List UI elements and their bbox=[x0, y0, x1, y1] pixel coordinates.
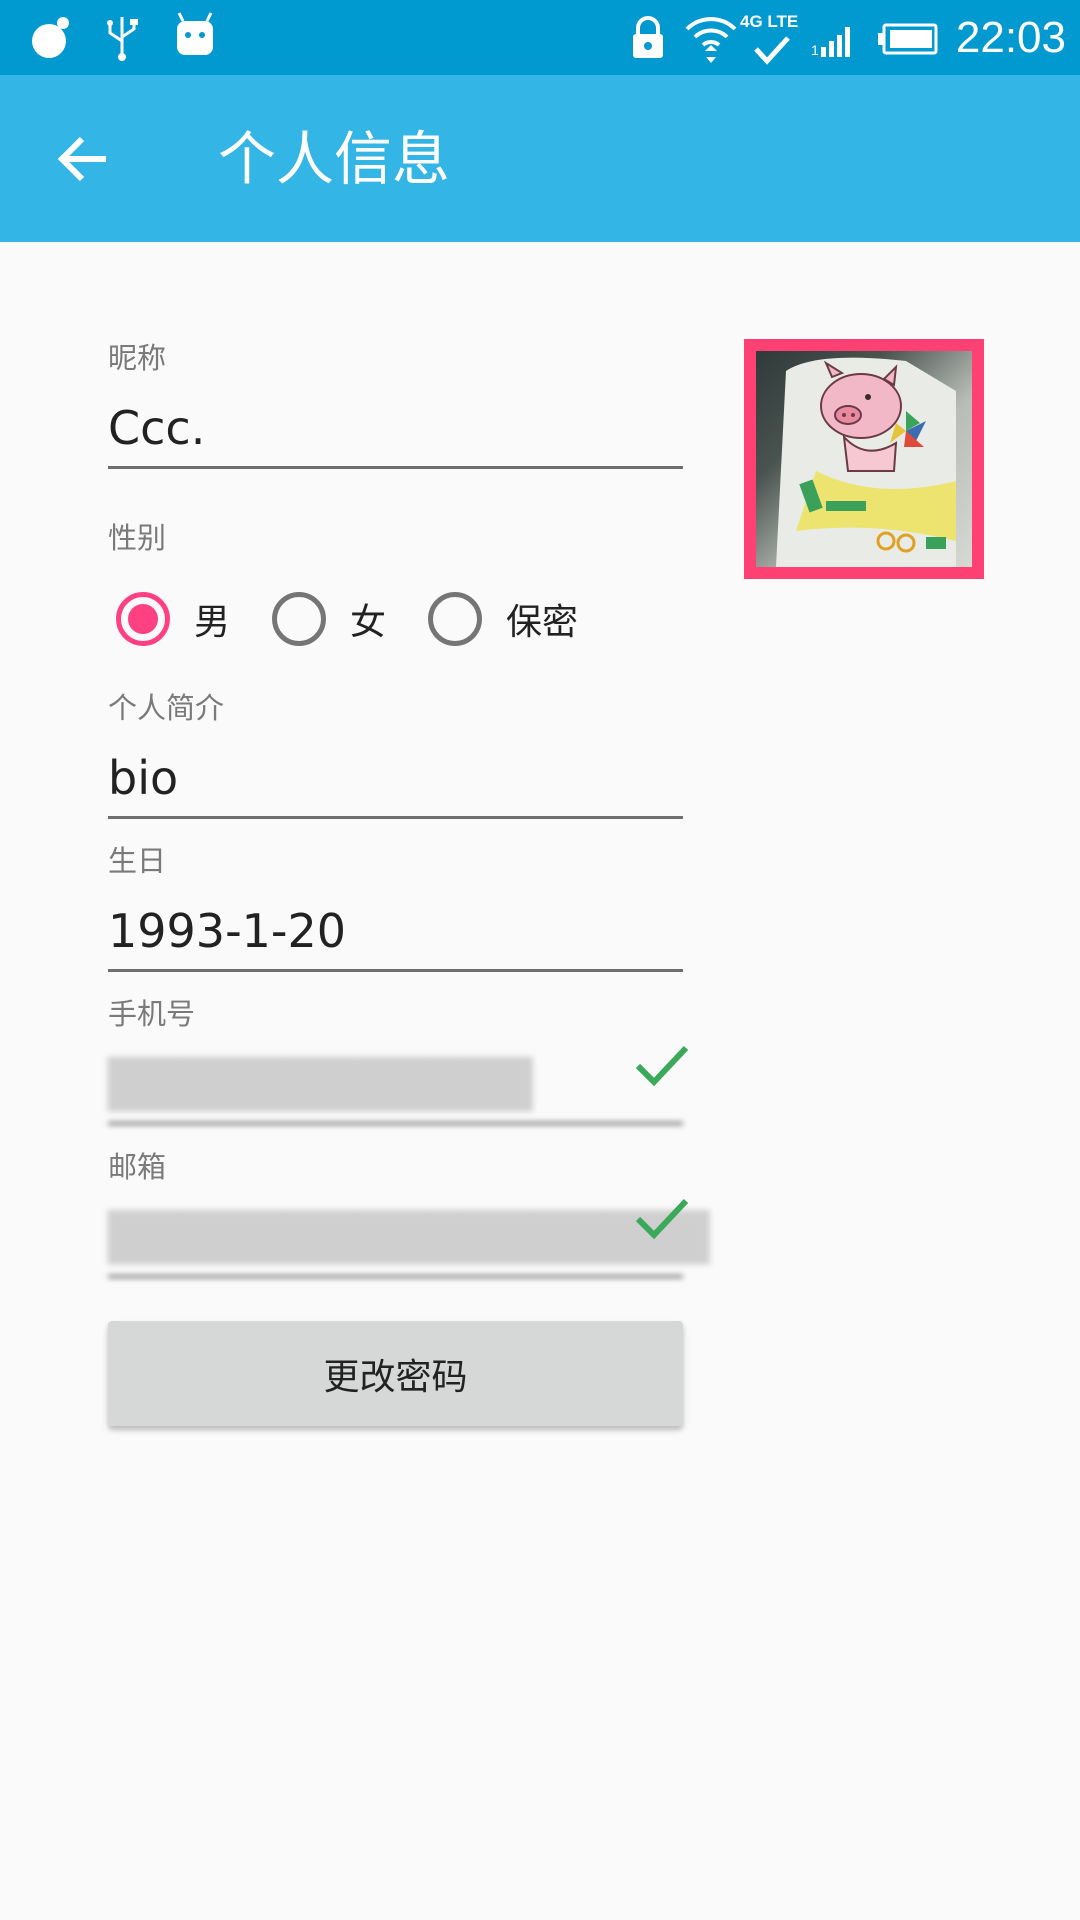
page-title: 个人信息 bbox=[218, 125, 451, 193]
lock-icon bbox=[628, 12, 668, 64]
email-input[interactable]: █████████████████ bbox=[108, 1209, 709, 1278]
svg-text:1: 1 bbox=[811, 42, 819, 58]
status-bar: 4G LTE 1 22:03 bbox=[0, 0, 1080, 75]
gender-label: 性别 bbox=[108, 521, 167, 555]
birthday-input[interactable]: 1993-1-20 bbox=[108, 903, 683, 972]
signal-icon: 1 bbox=[810, 20, 860, 60]
gender-radio-female-label: 女 bbox=[350, 602, 387, 643]
app-bar: 个人信息 bbox=[0, 75, 1080, 242]
battery-icon bbox=[878, 22, 938, 56]
nickname-label: 昵称 bbox=[108, 341, 167, 375]
nickname-input[interactable]: Ccc. bbox=[108, 400, 683, 469]
phone-input[interactable]: ████████████ bbox=[108, 1056, 683, 1125]
avatar-photo bbox=[756, 351, 972, 567]
change-password-button[interactable]: 更改密码 bbox=[108, 1321, 683, 1426]
avatar[interactable] bbox=[744, 339, 984, 579]
app-notification-icon bbox=[26, 12, 76, 62]
gender-radio-secret[interactable]: 保密 bbox=[428, 592, 578, 646]
radio-checked-icon bbox=[116, 592, 170, 646]
radio-unchecked-icon bbox=[272, 592, 326, 646]
wifi-icon bbox=[682, 10, 740, 66]
usb-icon bbox=[102, 12, 142, 62]
email-verified-check-icon bbox=[632, 1189, 692, 1249]
gender-radio-male[interactable]: 男 bbox=[116, 592, 230, 646]
bio-input[interactable]: bio bbox=[108, 750, 683, 819]
birthday-label: 生日 bbox=[108, 844, 167, 878]
phone-verified-check-icon bbox=[632, 1036, 692, 1096]
phone-label: 手机号 bbox=[108, 997, 196, 1031]
email-label: 邮箱 bbox=[108, 1150, 167, 1184]
radio-unchecked-icon bbox=[428, 592, 482, 646]
status-time: 22:03 bbox=[955, 13, 1066, 62]
checkmark-icon bbox=[752, 34, 792, 66]
arrow-left-icon bbox=[56, 131, 112, 187]
bio-label: 个人简介 bbox=[108, 691, 225, 725]
android-debug-icon bbox=[172, 10, 218, 60]
gender-radio-female[interactable]: 女 bbox=[272, 592, 386, 646]
network-type-label: 4G LTE bbox=[740, 12, 799, 31]
back-button[interactable] bbox=[44, 119, 124, 199]
gender-radio-male-label: 男 bbox=[194, 602, 231, 643]
gender-radio-secret-label: 保密 bbox=[506, 602, 579, 643]
